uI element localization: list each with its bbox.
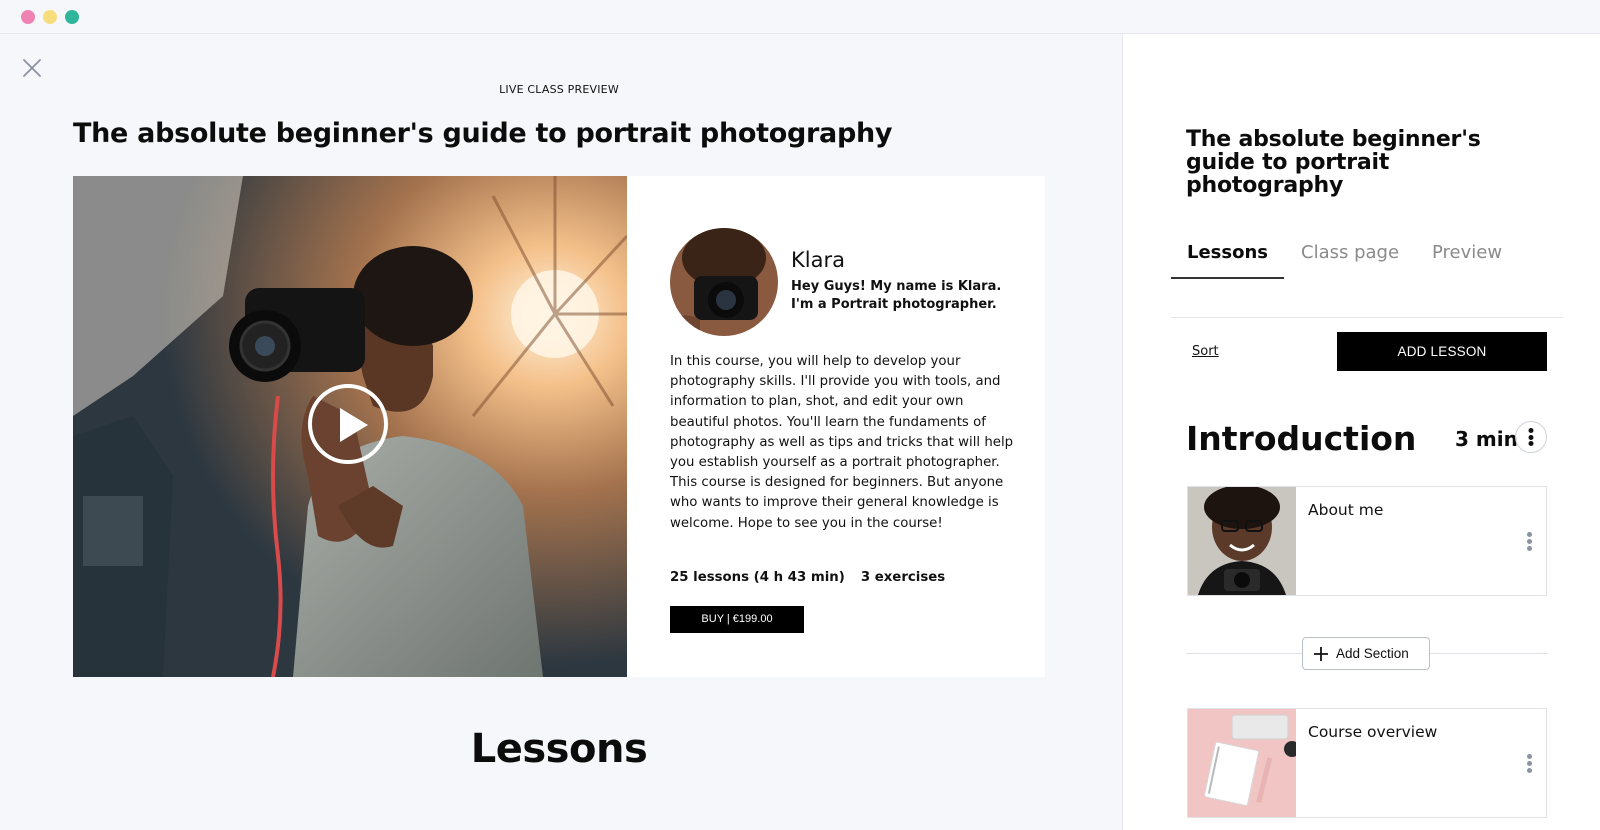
- close-preview-button[interactable]: [20, 56, 44, 80]
- more-vertical-icon: [1522, 754, 1536, 773]
- course-title: The absolute beginner's guide to portrai…: [73, 118, 893, 149]
- add-section-button[interactable]: Add Section: [1302, 637, 1430, 670]
- preview-label: LIVE CLASS PREVIEW: [499, 83, 619, 96]
- section-title: Introduction: [1186, 419, 1417, 458]
- lessons-heading: Lessons: [470, 726, 648, 772]
- panel-tabs: Lessons Class page Preview: [1171, 242, 1563, 318]
- course-description: In this course, you will help to develop…: [670, 354, 1014, 531]
- play-icon: [340, 408, 368, 442]
- section-duration: 3 min: [1455, 427, 1518, 451]
- course-stats: 25 lessons (4 h 43 min) 3 exercises: [670, 570, 945, 585]
- lesson-name: Course overview: [1308, 723, 1438, 741]
- lesson-options-button[interactable]: [1522, 532, 1536, 554]
- lesson-card[interactable]: Course overview: [1187, 708, 1547, 818]
- window-maximize-dot[interactable]: [65, 10, 79, 24]
- close-icon: [23, 59, 41, 77]
- window-close-dot[interactable]: [21, 10, 35, 24]
- buy-button[interactable]: BUY | €199.00: [670, 606, 804, 633]
- tab-preview[interactable]: Preview: [1432, 242, 1502, 280]
- instructor-avatar: [670, 228, 778, 336]
- lesson-thumbnail: [1188, 487, 1296, 595]
- window-titlebar: [0, 0, 1600, 34]
- tab-class-page[interactable]: Class page: [1301, 242, 1399, 280]
- more-vertical-icon: [1522, 532, 1536, 551]
- exercise-count: 3 exercises: [860, 570, 946, 585]
- more-vertical-icon: [1528, 428, 1534, 446]
- play-video-button[interactable]: [308, 384, 388, 464]
- course-editor-panel: The absolute beginner's guide to portrai…: [1122, 34, 1600, 830]
- tab-lessons[interactable]: Lessons: [1171, 242, 1284, 279]
- section-options-button[interactable]: [1515, 421, 1547, 453]
- sort-link[interactable]: Sort: [1192, 344, 1219, 359]
- lesson-card[interactable]: About me: [1187, 486, 1547, 596]
- lesson-name: About me: [1308, 501, 1384, 519]
- lesson-count: 25 lessons (4 h 43 min): [670, 570, 845, 585]
- add-section-label: Add Section: [1336, 646, 1409, 661]
- plus-icon: [1314, 647, 1328, 661]
- instructor-intro: Hey Guys! My name is Klara. I'm a Portra…: [791, 279, 1002, 312]
- lesson-options-button[interactable]: [1522, 754, 1536, 776]
- course-hero-image: [73, 176, 627, 677]
- window-minimize-dot[interactable]: [43, 10, 57, 24]
- instructor-name: Klara: [791, 248, 845, 272]
- course-preview-card: Klara Hey Guys! My name is Klara. I'm a …: [73, 176, 1045, 677]
- lesson-thumbnail: [1188, 709, 1296, 817]
- panel-course-title: The absolute beginner's guide to portrai…: [1186, 127, 1481, 198]
- add-lesson-button[interactable]: ADD LESSON: [1337, 332, 1547, 371]
